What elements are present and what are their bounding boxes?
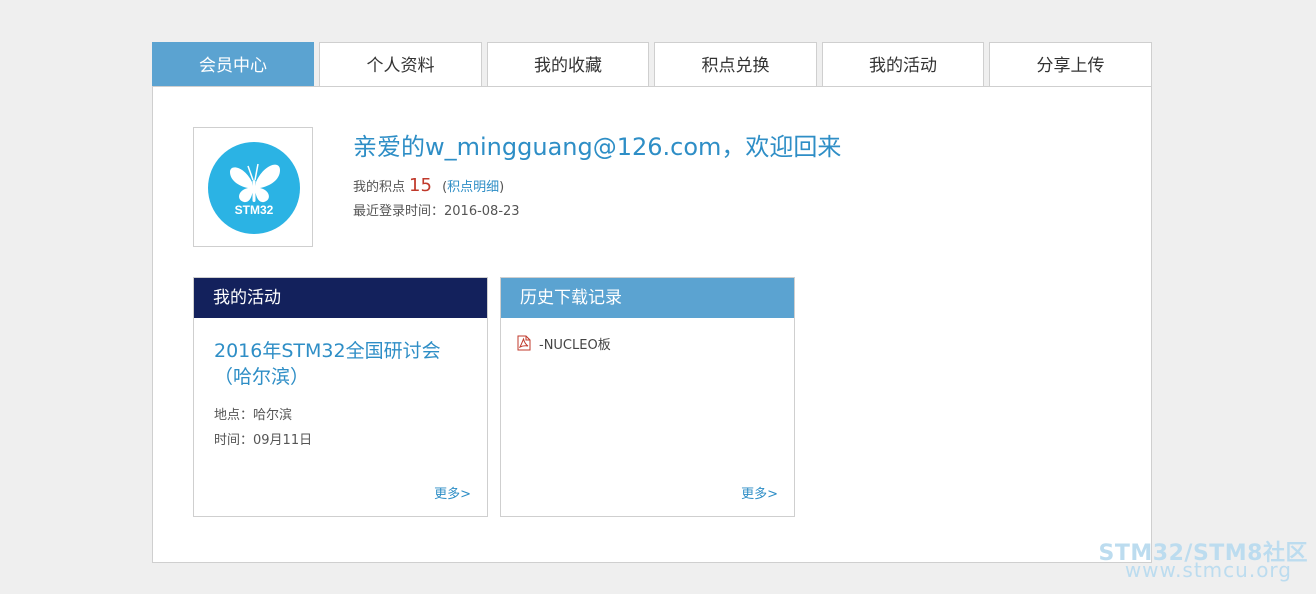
downloads-more-link[interactable]: 更多> <box>741 483 778 502</box>
points-link-close: ) <box>499 180 505 195</box>
download-item-name: -NUCLEO板 <box>539 337 611 353</box>
time-value: 09月11日 <box>253 433 313 448</box>
tab-share-upload[interactable]: 分享上传 <box>989 42 1152 86</box>
stm32-logo-icon: STM32 <box>208 142 300 234</box>
avatar[interactable]: STM32 <box>193 127 313 247</box>
activity-location: 地点：哈尔滨 <box>214 404 292 423</box>
card-header-download-history: 历史下载记录 <box>501 278 794 318</box>
location-value: 哈尔滨 <box>253 408 293 423</box>
points-detail-link[interactable]: 积点明细 <box>447 180 499 195</box>
activity-title-link[interactable]: 2016年STM32全国研讨会（哈尔滨） <box>214 338 474 390</box>
activity-time: 时间：09月11日 <box>214 429 312 448</box>
download-item[interactable]: -NUCLEO板 <box>517 334 611 353</box>
member-center-panel: STM32 亲爱的w_mingguang@126.com，欢迎回来 我的积点 15… <box>152 86 1152 563</box>
tab-member-center[interactable]: 会员中心 <box>152 42 314 86</box>
last-login-value: 2016-08-23 <box>444 204 520 219</box>
svg-text:STM32: STM32 <box>235 203 274 217</box>
welcome-message: 亲爱的w_mingguang@126.com，欢迎回来 <box>353 133 842 161</box>
activities-more-link[interactable]: 更多> <box>434 483 471 502</box>
card-header-my-activities: 我的活动 <box>194 278 487 318</box>
tab-my-activities[interactable]: 我的活动 <box>822 42 984 86</box>
page: 会员中心 个人资料 我的收藏 积点兑换 我的活动 分享上传 STM32 亲爱的w… <box>0 0 1316 594</box>
points-line: 我的积点 15 (积点明细) <box>353 175 504 196</box>
tab-bar: 会员中心 个人资料 我的收藏 积点兑换 我的活动 分享上传 <box>152 42 1152 87</box>
tab-points-exchange[interactable]: 积点兑换 <box>654 42 817 86</box>
last-login-label: 最近登录时间： <box>353 204 445 219</box>
my-activities-card: 我的活动 2016年STM32全国研讨会（哈尔滨） 地点：哈尔滨 时间：09月1… <box>193 277 488 517</box>
download-history-card: 历史下载记录 -NUCLEO板 更多> <box>500 277 795 517</box>
pdf-icon <box>517 335 531 351</box>
last-login-line: 最近登录时间：2016-08-23 <box>353 200 520 219</box>
location-label: 地点： <box>214 408 254 423</box>
tab-profile[interactable]: 个人资料 <box>319 42 482 86</box>
watermark-url: www.stmcu.org <box>1124 558 1292 582</box>
tab-favorites[interactable]: 我的收藏 <box>487 42 649 86</box>
points-value: 15 <box>409 175 432 196</box>
time-label: 时间： <box>214 433 254 448</box>
points-label: 我的积点 <box>353 180 406 195</box>
